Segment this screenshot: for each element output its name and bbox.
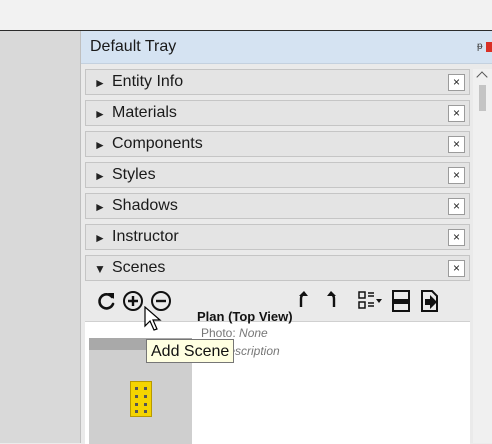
section-label: Styles — [112, 166, 156, 183]
expand-arrow-icon: ► — [94, 200, 106, 214]
mouse-pointer-icon — [144, 306, 162, 331]
close-section-icon[interactable]: × — [448, 229, 465, 246]
move-scene-up-icon[interactable] — [298, 291, 310, 311]
photo-value: None — [239, 326, 268, 340]
section-label: Shadows — [112, 197, 178, 214]
expand-arrow-icon: ► — [94, 107, 106, 121]
tray-close-icon[interactable] — [486, 42, 492, 52]
section-label: Components — [112, 135, 203, 152]
scene-list — [85, 321, 470, 444]
view-options-icon[interactable] — [358, 290, 384, 312]
add-scene-icon[interactable] — [121, 289, 145, 313]
default-tray: Default Tray ᵽ ► Entity Info × ► Materia… — [81, 31, 492, 444]
section-label: Entity Info — [112, 73, 184, 90]
section-entity-info[interactable]: ► Entity Info × — [85, 69, 470, 95]
expand-arrow-icon: ► — [94, 138, 106, 152]
pin-icon[interactable]: ᵽ — [477, 41, 483, 52]
update-scene-icon[interactable] — [95, 290, 117, 312]
scene-name[interactable]: Plan (Top View) — [197, 309, 293, 324]
section-materials[interactable]: ► Materials × — [85, 100, 470, 126]
section-label: Instructor — [112, 228, 179, 245]
section-instructor[interactable]: ► Instructor × — [85, 224, 470, 250]
tray-scrollbar[interactable] — [473, 69, 492, 443]
close-section-icon[interactable]: × — [448, 260, 465, 277]
top-bar — [0, 0, 492, 31]
close-section-icon[interactable]: × — [448, 74, 465, 91]
expand-arrow-icon: ► — [94, 231, 106, 245]
scene-details-icon[interactable] — [391, 290, 411, 312]
expand-arrow-icon: ► — [94, 169, 106, 183]
close-section-icon[interactable]: × — [448, 198, 465, 215]
photo-label: Photo: — [201, 326, 236, 340]
move-scene-down-icon[interactable] — [325, 291, 337, 311]
scene-photo: Photo: None — [201, 326, 268, 340]
add-scene-tooltip: Add Scene — [146, 339, 235, 363]
expand-arrow-icon: ► — [94, 76, 106, 90]
scroll-up-icon[interactable] — [476, 71, 488, 83]
collapse-arrow-icon: ▼ — [94, 262, 106, 276]
section-label: Scenes — [112, 259, 166, 276]
export-scene-icon[interactable] — [419, 289, 441, 313]
building-image — [130, 381, 152, 417]
section-label: Materials — [112, 104, 177, 121]
scroll-thumb[interactable] — [479, 85, 486, 111]
tray-title-bar: Default Tray ᵽ — [81, 31, 492, 64]
section-scenes[interactable]: ▼ Scenes × — [85, 255, 470, 281]
close-section-icon[interactable]: × — [448, 167, 465, 184]
left-panel — [0, 31, 81, 443]
close-section-icon[interactable]: × — [448, 136, 465, 153]
section-styles[interactable]: ► Styles × — [85, 162, 470, 188]
tray-title: Default Tray — [90, 38, 177, 55]
section-components[interactable]: ► Components × — [85, 131, 470, 157]
close-section-icon[interactable]: × — [448, 105, 465, 122]
section-shadows[interactable]: ► Shadows × — [85, 193, 470, 219]
